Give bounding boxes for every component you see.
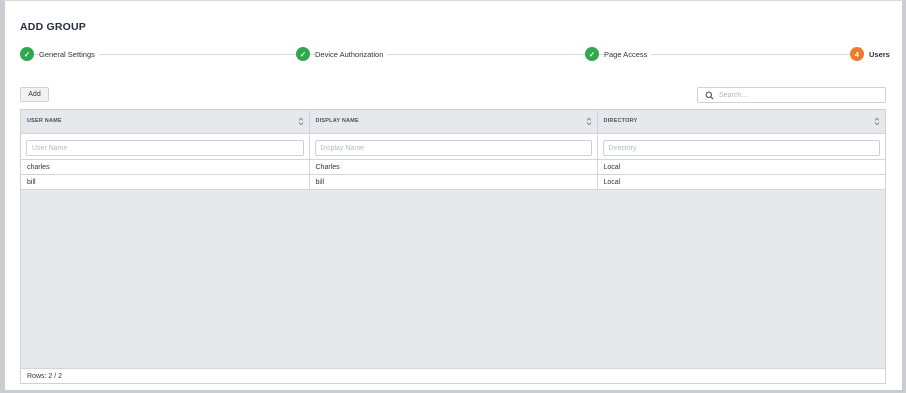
users-table: USER NAME DISPLAY NAME DIRECTORY User Na… — [20, 109, 886, 384]
step-label: Users — [869, 49, 894, 59]
step-label: Page Access — [604, 49, 652, 59]
column-header-label: DIRECTORY — [603, 118, 638, 125]
directory-cell: Local — [597, 174, 885, 190]
search-icon — [702, 88, 716, 102]
column-header-display-name[interactable]: DISPLAY NAME — [309, 110, 598, 134]
display-name-filter-input[interactable] — [314, 140, 592, 156]
sort-icon[interactable] — [874, 117, 880, 126]
table-row[interactable]: bill bill Local — [21, 174, 885, 190]
sort-icon[interactable] — [586, 117, 592, 126]
add-button[interactable]: Add — [20, 87, 49, 102]
check-icon: ✓ — [585, 47, 599, 61]
step-label: General Settings — [39, 49, 99, 59]
table-header-row: USER NAME DISPLAY NAME DIRECTORY — [21, 110, 885, 134]
search-box[interactable] — [697, 87, 886, 103]
check-icon: ✓ — [296, 47, 310, 61]
step-users[interactable]: 4 Users — [850, 46, 894, 62]
step-device-authorization[interactable]: ✓ Device Authorization — [296, 46, 388, 62]
directory-cell: Local — [597, 159, 885, 175]
user-name-cell: charles — [21, 159, 310, 175]
step-general-settings[interactable]: ✓ General Settings — [20, 46, 99, 62]
table-row[interactable]: charles Charles Local — [21, 159, 885, 175]
column-header-label: USER NAME — [27, 118, 62, 125]
filter-cell — [597, 133, 885, 160]
user-name-cell: bill — [21, 174, 310, 190]
step-number-badge: 4 — [850, 47, 864, 61]
filter-cell — [309, 133, 598, 160]
page-title: ADD GROUP — [20, 21, 86, 33]
sort-icon[interactable] — [298, 117, 304, 126]
filter-row — [21, 133, 885, 160]
step-label: Device Authorization — [315, 49, 388, 59]
wizard-stepper: ✓ General Settings ✓ Device Authorizatio… — [20, 46, 894, 62]
column-header-label: DISPLAY NAME — [315, 118, 359, 125]
column-header-directory[interactable]: DIRECTORY — [597, 110, 885, 134]
table-footer-row-count: Rows: 2 / 2 — [21, 368, 885, 383]
filter-cell — [21, 133, 310, 160]
column-header-user-name[interactable]: USER NAME — [21, 110, 310, 134]
step-page-access[interactable]: ✓ Page Access — [585, 46, 652, 62]
directory-filter-input[interactable] — [602, 140, 880, 156]
check-icon: ✓ — [20, 47, 34, 61]
display-name-cell: Charles — [309, 159, 598, 175]
display-name-cell: bill — [309, 174, 598, 190]
user-name-filter-input[interactable] — [26, 140, 304, 156]
search-input[interactable] — [719, 91, 879, 99]
